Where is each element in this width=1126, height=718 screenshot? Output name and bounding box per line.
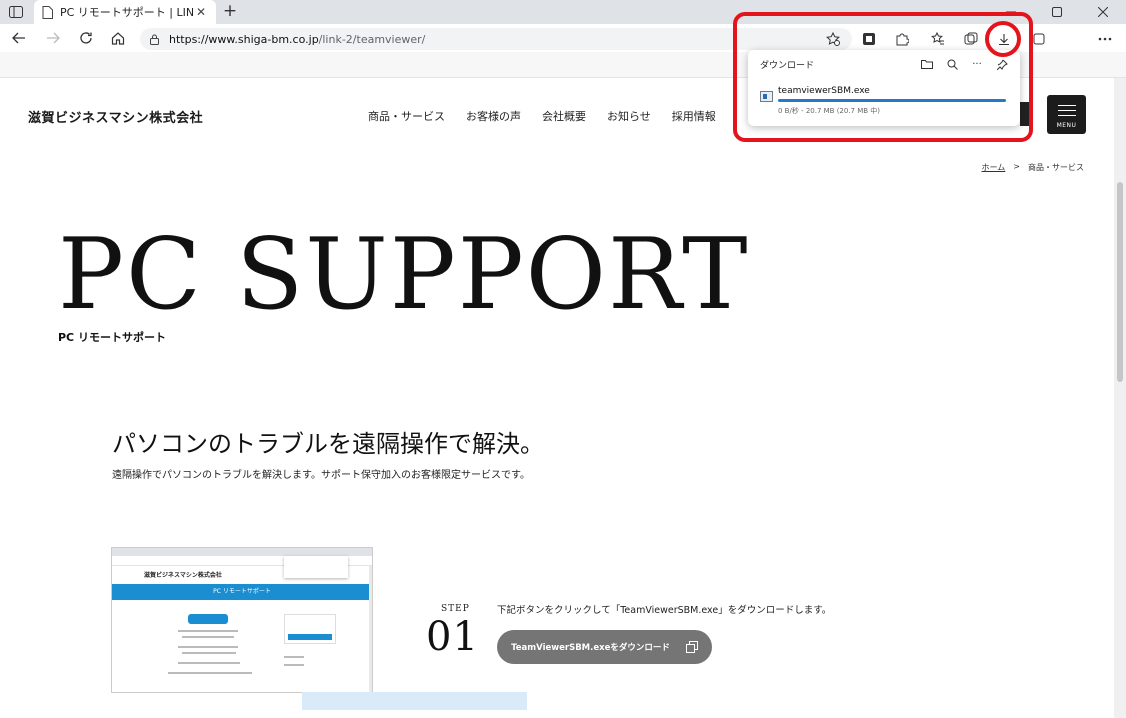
hero-subtitle: PC リモートサポート bbox=[58, 331, 166, 344]
nav-item-news[interactable]: お知らせ bbox=[607, 108, 651, 124]
thumb-scrollbar bbox=[369, 566, 372, 692]
home-icon[interactable] bbox=[107, 28, 129, 48]
url-domain: https://www.shiga-bm.co.jp bbox=[169, 32, 319, 46]
page-icon bbox=[42, 5, 53, 19]
nav-item-voices[interactable]: お客様の声 bbox=[466, 108, 521, 124]
thumb-tab-strip bbox=[112, 548, 372, 556]
breadcrumb-separator: > bbox=[1013, 162, 1020, 171]
step-screenshot-thumbnail: 滋賀ビジネスマシン株式会社 PC リモートサポート bbox=[111, 547, 373, 693]
download-button-label: TeamViewerSBM.exeをダウンロード bbox=[511, 643, 670, 653]
step-number: 01 bbox=[426, 614, 479, 660]
new-tab-button[interactable]: + bbox=[220, 2, 240, 22]
highlight-circle-annotation bbox=[985, 21, 1021, 57]
tab-title: PC リモートサポート | LINK | 滋賀ビジ bbox=[60, 6, 194, 19]
step-instruction: 下記ボタンをクリックして「TeamViewerSBM.exe」をダウンロードしま… bbox=[497, 605, 832, 616]
breadcrumb: ホーム > 商品・サービス bbox=[982, 162, 1084, 173]
thumb-download-button bbox=[188, 614, 228, 624]
nav-item-products[interactable]: 商品・サービス bbox=[368, 108, 445, 124]
global-nav: 商品・サービス お客様の声 会社概要 お知らせ 採用情報 bbox=[368, 108, 716, 124]
copy-window-icon bbox=[685, 641, 698, 653]
close-window-icon[interactable] bbox=[1080, 0, 1126, 24]
restore-icon[interactable] bbox=[1034, 0, 1080, 24]
hamburger-icon-bar bbox=[1057, 110, 1076, 111]
nav-item-company[interactable]: 会社概要 bbox=[542, 108, 586, 124]
tab-actions-icon[interactable] bbox=[6, 2, 26, 22]
section-title: パソコンのトラブルを遠隔操作で解決。 bbox=[112, 430, 544, 458]
thumb-logo: 滋賀ビジネスマシン株式会社 bbox=[144, 572, 222, 579]
tab-close-icon[interactable]: ✕ bbox=[194, 5, 208, 19]
hamburger-icon-bar bbox=[1057, 115, 1076, 116]
step-label: STEP bbox=[441, 604, 470, 614]
section-description: 遠隔操作でパソコンのトラブルを解決します。サポート保守加入のお客様限定サービスで… bbox=[112, 470, 530, 481]
hamburger-icon bbox=[1057, 105, 1076, 106]
download-teamviewer-button[interactable]: TeamViewerSBM.exeをダウンロード bbox=[497, 630, 712, 664]
breadcrumb-home[interactable]: ホーム bbox=[982, 162, 1006, 173]
lock-icon bbox=[150, 34, 159, 45]
scrollbar-thumb[interactable] bbox=[1117, 182, 1123, 382]
back-icon[interactable] bbox=[8, 28, 30, 48]
browser-tab[interactable]: PC リモートサポート | LINK | 滋賀ビジ ✕ bbox=[34, 0, 216, 24]
menu-button[interactable]: MENU bbox=[1047, 95, 1086, 134]
url-path: /link-2/teamviewer/ bbox=[318, 32, 426, 46]
thumb-download-popup bbox=[284, 556, 348, 578]
next-step-panel bbox=[302, 692, 527, 710]
nav-item-recruit[interactable]: 採用情報 bbox=[672, 108, 716, 124]
settings-more-icon[interactable] bbox=[1094, 28, 1116, 50]
breadcrumb-current: 商品・サービス bbox=[1028, 163, 1084, 172]
page-scrollbar[interactable] bbox=[1114, 78, 1126, 718]
menu-label: MENU bbox=[1056, 122, 1077, 129]
refresh-icon[interactable] bbox=[75, 28, 97, 48]
thumb-banner: PC リモートサポート bbox=[112, 584, 372, 600]
site-logo[interactable]: 滋賀ビジネスマシン株式会社 bbox=[28, 107, 203, 126]
thumb-contact-button bbox=[288, 634, 332, 640]
forward-icon[interactable] bbox=[42, 28, 64, 48]
hero-title: PC SUPPORT bbox=[58, 218, 750, 332]
